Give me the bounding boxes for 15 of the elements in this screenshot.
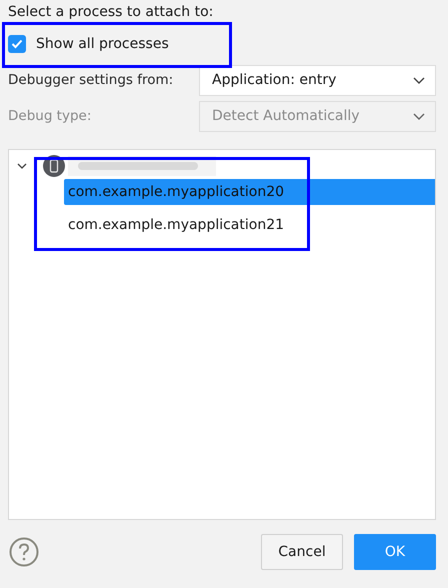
field-label: Debug type: [8,107,92,126]
chevron-down-icon [413,113,425,120]
chevron-down-icon [413,77,425,84]
cancel-button[interactable]: Cancel [261,534,343,570]
process-item[interactable]: com.example.myapplication20 [64,179,435,205]
phone-icon [43,155,65,177]
checkbox-label: Show all processes [36,34,169,54]
dropdown[interactable]: Application: entry [199,65,436,96]
process-item[interactable]: com.example.myapplication21 [64,212,435,238]
field-label: Debugger settings from: [8,71,174,90]
check-icon [11,39,23,49]
dialog-heading: Select a process to attach to: [8,3,214,21]
help-icon[interactable] [9,537,39,567]
expand-chevron-icon[interactable] [17,163,27,169]
checkbox[interactable] [8,35,26,53]
